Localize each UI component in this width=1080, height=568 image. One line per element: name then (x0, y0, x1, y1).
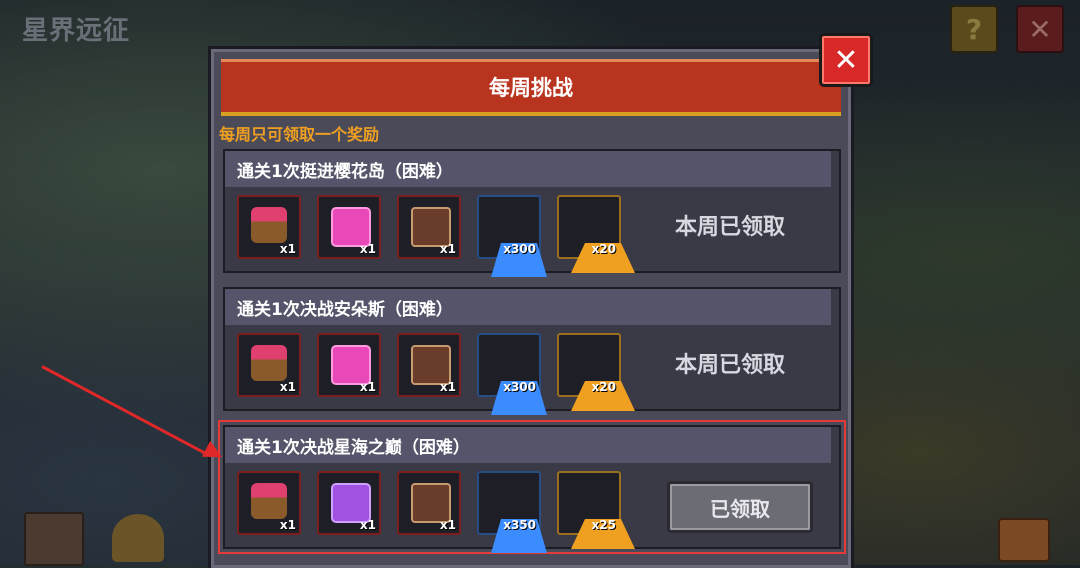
reward-item[interactable]: x1 (317, 333, 381, 397)
reward-qty: x20 (591, 242, 616, 256)
gold-crystal-icon (571, 207, 635, 273)
close-icon: ✕ (1028, 12, 1052, 46)
reward-item[interactable]: x1 (237, 333, 301, 397)
hero-icon[interactable] (112, 514, 164, 562)
reward-item[interactable]: x1 (397, 333, 461, 397)
gold-crystal-icon (571, 345, 635, 411)
reward-qty: x1 (279, 518, 296, 532)
claimed-button[interactable]: 已领取 (667, 481, 813, 533)
gold-crystal-icon (571, 483, 635, 549)
reward-item[interactable]: x350 (477, 471, 547, 553)
reward-qty: x1 (359, 518, 376, 532)
reward-item[interactable]: x1 (397, 471, 461, 535)
wood-chest-icon (411, 345, 451, 385)
close-icon: ✕ (833, 42, 859, 78)
gem-chest-icon (251, 207, 287, 243)
reward-qty: x1 (439, 242, 456, 256)
reward-qty: x300 (503, 380, 536, 394)
reward-qty: x300 (503, 242, 536, 256)
reward-qty: x1 (439, 380, 456, 394)
reward-qty: x1 (359, 242, 376, 256)
reward-item[interactable]: x1 (317, 471, 381, 535)
reward-item[interactable]: x300 (477, 333, 547, 415)
claim-status: 本周已领取 (675, 215, 786, 240)
pink-chest-icon (331, 207, 371, 247)
wood-chest-icon (411, 207, 451, 247)
weekly-notice: 每周只可领取一个奖励 (219, 125, 380, 144)
reward-item[interactable]: x20 (557, 333, 635, 411)
shop-icon[interactable] (24, 512, 84, 566)
wood-chest-icon (411, 483, 451, 523)
dialog-title: 每周挑战 (489, 76, 573, 100)
claim-status: 本周已领取 (675, 353, 786, 378)
treasure-chest-icon[interactable] (998, 518, 1050, 562)
quest-title: 通关1次挺进樱花岛（困难） (225, 151, 831, 187)
exit-button[interactable]: ✕ (1016, 5, 1064, 53)
quest-title: 通关1次决战星海之巅（困难） (225, 427, 831, 463)
quest-card-highlighted: 通关1次决战星海之巅（困难） x1 x1 x1 x350 x25 已领取 (218, 420, 846, 554)
reward-item[interactable]: x1 (237, 195, 301, 259)
help-button[interactable]: ? (950, 5, 998, 53)
question-icon: ? (965, 12, 983, 46)
reward-qty: x1 (279, 380, 296, 394)
gem-chest-icon (251, 345, 287, 381)
quest-title: 通关1次决战安朵斯（困难） (225, 289, 831, 325)
dialog-close-button[interactable]: ✕ (819, 33, 873, 87)
reward-qty: x1 (279, 242, 296, 256)
reward-item[interactable]: x1 (317, 195, 381, 259)
reward-qty: x350 (503, 518, 536, 532)
reward-item[interactable]: x20 (557, 195, 635, 273)
gem-chest-icon (251, 483, 287, 519)
quest-card: 通关1次挺进樱花岛（困难） x1 x1 x1 x300 x20 本周已领取 (223, 149, 841, 277)
dialog-header: 每周挑战 (221, 59, 841, 116)
reward-qty: x20 (591, 380, 616, 394)
reward-item[interactable]: x25 (557, 471, 635, 549)
purple-chest-icon (331, 483, 371, 523)
reward-qty: x1 (439, 518, 456, 532)
quest-card: 通关1次决战安朵斯（困难） x1 x1 x1 x300 x20 本周已领取 (223, 287, 841, 415)
annotation-arrow (41, 365, 211, 458)
reward-item[interactable]: x300 (477, 195, 547, 277)
reward-qty: x1 (359, 380, 376, 394)
reward-qty: x25 (591, 518, 616, 532)
weekly-challenge-dialog: 每周挑战 ✕ 每周只可领取一个奖励 通关1次挺进樱花岛（困难） x1 x1 x1… (208, 33, 873, 568)
reward-item[interactable]: x1 (397, 195, 461, 259)
game-title: 星界远征 (22, 16, 131, 46)
pink-chest-icon (331, 345, 371, 385)
reward-item[interactable]: x1 (237, 471, 301, 535)
